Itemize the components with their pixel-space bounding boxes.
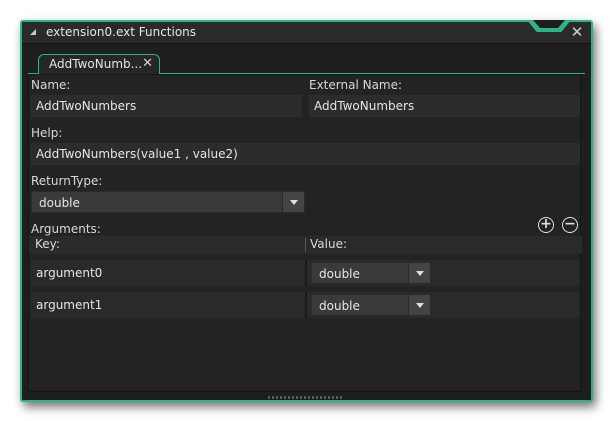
help-input[interactable]: AddTwoNumbers(value1 , value2) <box>31 143 580 165</box>
row-divider <box>305 260 307 286</box>
external-name-label: External Name: <box>309 78 403 92</box>
return-type-value: double <box>39 196 80 210</box>
name-label: Name: <box>31 78 71 92</box>
tab-close-icon[interactable]: ✕ <box>142 56 153 71</box>
window-title: extension0.ext Functions <box>46 25 197 39</box>
value-column-header[interactable]: Value: <box>310 237 347 251</box>
tab-label: AddTwoNumb... <box>49 57 143 71</box>
argument-type-value: double <box>319 299 360 313</box>
table-row[interactable]: argument1 double <box>31 292 580 318</box>
tab-addtwonumbers[interactable]: AddTwoNumb... ✕ <box>38 54 160 75</box>
return-type-dropdown-button[interactable] <box>282 192 304 212</box>
key-column-header[interactable]: Key: <box>35 237 60 251</box>
argument-type-dropdown-button[interactable] <box>408 263 430 283</box>
arguments-table-header: Key: Value: <box>29 236 582 254</box>
argument-type-select[interactable]: double <box>311 262 431 284</box>
row-divider <box>305 292 307 318</box>
argument-type-dropdown-button[interactable] <box>408 295 430 315</box>
argument-key: argument0 <box>36 266 103 280</box>
function-properties-panel: Name: AddTwoNumbers External Name: AddTw… <box>28 74 582 392</box>
tab-strip: AddTwoNumb... ✕ <box>28 52 585 75</box>
argument-key: argument1 <box>36 298 103 312</box>
return-type-label: ReturnType: <box>31 174 103 188</box>
title-bar[interactable]: extension0.ext Functions ✕ <box>22 20 591 44</box>
argument-type-value: double <box>319 267 360 281</box>
return-type-select[interactable]: double <box>31 191 305 213</box>
help-label: Help: <box>31 126 63 140</box>
resize-grip-icon[interactable] <box>268 396 344 399</box>
chevron-down-icon <box>290 200 298 205</box>
chevron-down-icon <box>416 303 424 308</box>
functions-window: extension0.ext Functions ✕ AddTwoNumb...… <box>20 20 593 402</box>
chevron-down-icon <box>416 271 424 276</box>
arguments-label: Arguments: <box>31 222 101 236</box>
argument-type-select[interactable]: double <box>311 294 431 316</box>
column-divider[interactable] <box>305 238 306 252</box>
table-row[interactable]: argument0 double <box>31 260 580 286</box>
name-input[interactable]: AddTwoNumbers <box>31 95 302 117</box>
add-argument-button[interactable]: + <box>538 217 554 233</box>
external-name-input[interactable]: AddTwoNumbers <box>309 95 580 117</box>
close-window-button[interactable]: ✕ <box>569 24 585 40</box>
remove-argument-button[interactable]: − <box>562 217 578 233</box>
collapse-arrow-icon[interactable] <box>30 29 36 35</box>
